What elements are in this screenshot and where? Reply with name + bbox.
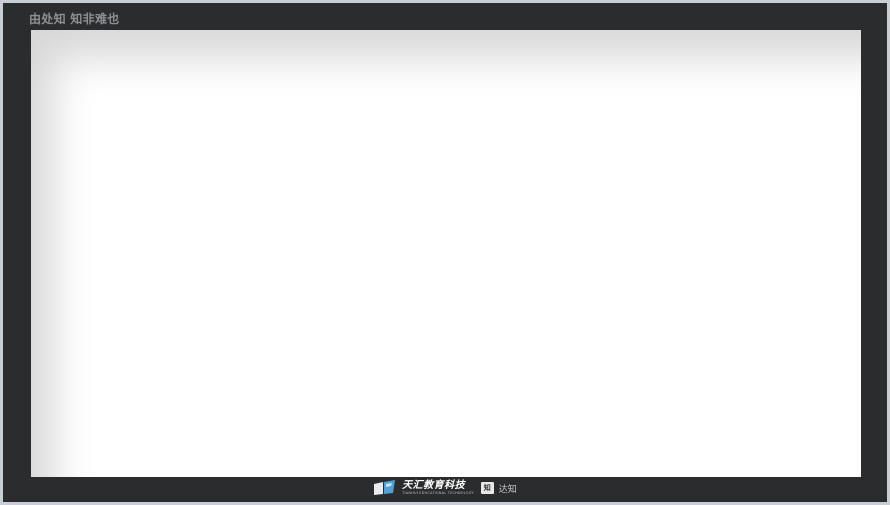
- whiteboard-canvas[interactable]: [31, 30, 861, 477]
- partner-badge: 知: [480, 482, 494, 494]
- app-window: 由处知 知非难也 天汇教育科技 TIANHUI EDUCATIONAL TECH…: [3, 3, 887, 502]
- window-title: 由处知 知非难也: [29, 12, 120, 26]
- brand-name: 天汇教育科技: [402, 479, 466, 491]
- footer-branding: 天汇教育科技 TIANHUI EDUCATIONAL TECHNOLOGY 知 …: [3, 477, 887, 499]
- brand-subtitle: TIANHUI EDUCATIONAL TECHNOLOGY: [402, 490, 474, 495]
- partner-text: 达知: [498, 484, 517, 495]
- brand-block: 天汇教育科技 TIANHUI EDUCATIONAL TECHNOLOGY: [402, 479, 474, 496]
- book-icon: [374, 480, 396, 495]
